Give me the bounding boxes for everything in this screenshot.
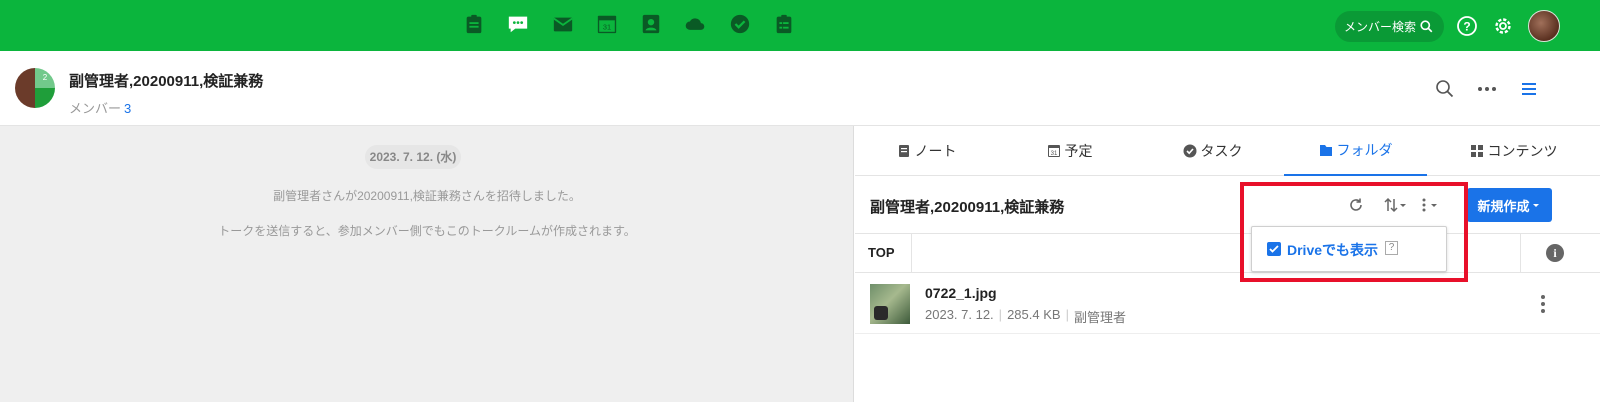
system-message: 副管理者さんが20200911,検証兼務さんを招待しました。 — [273, 189, 581, 203]
chat-message-area[interactable]: 2023. 7. 12. (水) 副管理者さんが20200911,検証兼務さんを… — [0, 126, 854, 402]
new-button-label: 新規作成 — [1477, 198, 1530, 214]
tab-label: ノート — [914, 143, 957, 159]
new-create-button[interactable]: 新規作成 — [1467, 188, 1552, 222]
file-name[interactable]: 0722_1.jpg — [925, 285, 997, 301]
date-divider: 2023. 7. 12. (水) — [365, 145, 461, 169]
file-thumbnail — [870, 284, 910, 324]
mail-app-icon[interactable] — [552, 11, 574, 37]
note-app-icon[interactable] — [463, 11, 485, 37]
form-app-icon[interactable] — [773, 11, 795, 37]
system-message: トークを送信すると、参加メンバー側でもこのトークルームが作成されます。 — [218, 224, 636, 238]
drive-app-icon[interactable] — [684, 11, 706, 37]
calendar-icon-day: 31 — [1050, 151, 1057, 157]
info-icon[interactable]: i — [1546, 244, 1564, 262]
note-icon — [898, 145, 909, 157]
talk-app-icon[interactable] — [507, 11, 529, 37]
member-label: メンバー — [69, 101, 122, 116]
gear-icon[interactable] — [1492, 15, 1514, 37]
tab-label: コンテンツ — [1487, 143, 1558, 159]
member-search-label: メンバー検索 — [1344, 20, 1417, 34]
tab-label: 予定 — [1064, 143, 1093, 159]
search-icon — [1420, 20, 1433, 33]
menu-icon[interactable] — [1518, 78, 1540, 100]
search-icon[interactable] — [1434, 78, 1456, 100]
calendar-icon: 31 — [1047, 145, 1060, 157]
file-meta: 2023. 7. 12. | 285.4 KB | 副管理者 — [925, 307, 1126, 325]
file-date: 2023. 7. 12. — [925, 307, 994, 322]
highlight-box — [1240, 182, 1468, 282]
member-info[interactable]: メンバー 3 — [69, 98, 131, 117]
info-cell: i — [1520, 234, 1600, 272]
app-switcher: 31 — [463, 11, 817, 37]
room-title: 副管理者,20200911,検証兼務 — [69, 73, 264, 90]
tab-task[interactable]: タスク — [1141, 126, 1284, 176]
chat-header: 2 副管理者,20200911,検証兼務 メンバー 3 — [0, 51, 1600, 126]
file-owner: 副管理者 — [1073, 310, 1126, 325]
calendar-app-icon[interactable]: 31 — [596, 11, 618, 37]
chevron-down-icon — [1532, 204, 1539, 207]
svg-text:?: ? — [1463, 20, 1470, 34]
side-panel: ノート 31 予定 タスク フォルダ コンテンツ 副管理者,20200911,検… — [855, 126, 1600, 402]
tab-contents[interactable]: コンテンツ — [1427, 126, 1600, 176]
help-icon[interactable]: ? — [1456, 15, 1478, 37]
folder-icon — [1319, 145, 1332, 156]
breadcrumb-top[interactable]: TOP — [855, 234, 912, 272]
avatar-badge: 2 — [35, 68, 55, 88]
file-size: 285.4 KB — [1007, 307, 1061, 322]
tab-schedule[interactable]: 31 予定 — [998, 126, 1141, 176]
folder-title: 副管理者,20200911,検証兼務 — [870, 199, 1065, 216]
member-count: 3 — [124, 101, 132, 116]
tab-folder[interactable]: フォルダ — [1284, 126, 1427, 176]
tab-label: タスク — [1200, 143, 1243, 159]
user-avatar[interactable] — [1528, 10, 1560, 42]
contacts-app-icon[interactable] — [640, 11, 662, 37]
more-icon[interactable] — [1476, 78, 1498, 100]
task-app-icon[interactable] — [729, 11, 751, 37]
file-row[interactable]: 0722_1.jpg 2023. 7. 12. | 285.4 KB | 副管理… — [855, 274, 1600, 334]
breadcrumb: TOP i — [855, 233, 1600, 273]
calendar-day-text: 31 — [603, 23, 611, 32]
grid-icon — [1470, 145, 1483, 157]
check-circle-icon — [1183, 144, 1196, 158]
tab-note[interactable]: ノート — [855, 126, 998, 176]
tab-label: フォルダ — [1336, 142, 1393, 158]
top-bar: 31 メンバー検索 ? — [0, 0, 1600, 51]
side-panel-tabs: ノート 31 予定 タスク フォルダ コンテンツ — [855, 126, 1600, 176]
file-more-icon[interactable] — [1540, 294, 1546, 314]
member-search-button[interactable]: メンバー検索 — [1335, 11, 1444, 42]
group-avatar[interactable]: 2 — [15, 68, 55, 108]
